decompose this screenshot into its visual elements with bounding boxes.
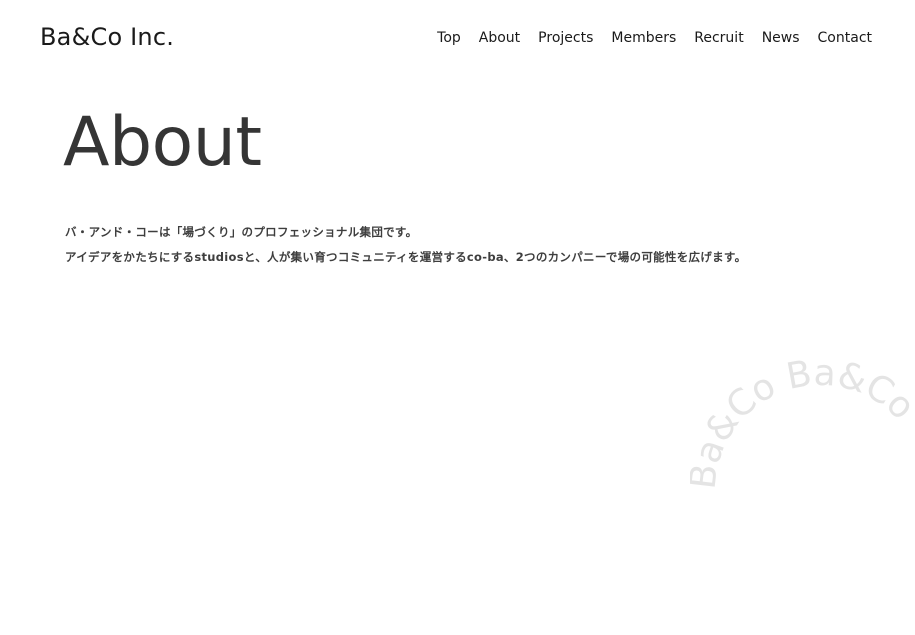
nav-link-members[interactable]: Members	[611, 28, 676, 48]
intro-text: バ・アンド・コーは「場づくり」のプロフェッショナル集団です。 アイデアをかたちに…	[65, 220, 865, 270]
intro-line-2: アイデアをかたちにするstudiosと、人が集い育つコミュニティを運営するco-…	[65, 250, 747, 264]
nav-item-top: Top	[437, 27, 461, 48]
nav-item-contact: Contact	[818, 27, 872, 48]
brand-logo[interactable]: Ba&Co Inc.	[40, 20, 174, 54]
nav-link-projects[interactable]: Projects	[538, 28, 593, 48]
nav-item-news: News	[762, 27, 800, 48]
nav-item-about: About	[479, 27, 520, 48]
nav-link-top[interactable]: Top	[437, 28, 461, 48]
nav-link-about[interactable]: About	[479, 28, 520, 48]
nav-item-projects: Projects	[538, 27, 593, 48]
ring-text-path: Ba&Co Ba&Co	[690, 360, 915, 491]
ring-text: Ba&Co Ba&Co	[690, 360, 915, 491]
nav-item-recruit: Recruit	[694, 27, 743, 48]
site-header: Ba&Co Inc. Top About Projects Members Re…	[0, 0, 915, 76]
decorative-logo-ring: Ba&Co Ba&Co	[690, 360, 915, 491]
intro-line-1: バ・アンド・コーは「場づくり」のプロフェッショナル集団です。	[65, 225, 418, 239]
nav-item-members: Members	[611, 27, 676, 48]
page-title: About	[63, 103, 262, 182]
main-nav: Top About Projects Members Recruit News …	[419, 27, 872, 48]
nav-link-contact[interactable]: Contact	[818, 28, 872, 48]
nav-link-recruit[interactable]: Recruit	[694, 28, 743, 48]
nav-link-news[interactable]: News	[762, 28, 800, 48]
